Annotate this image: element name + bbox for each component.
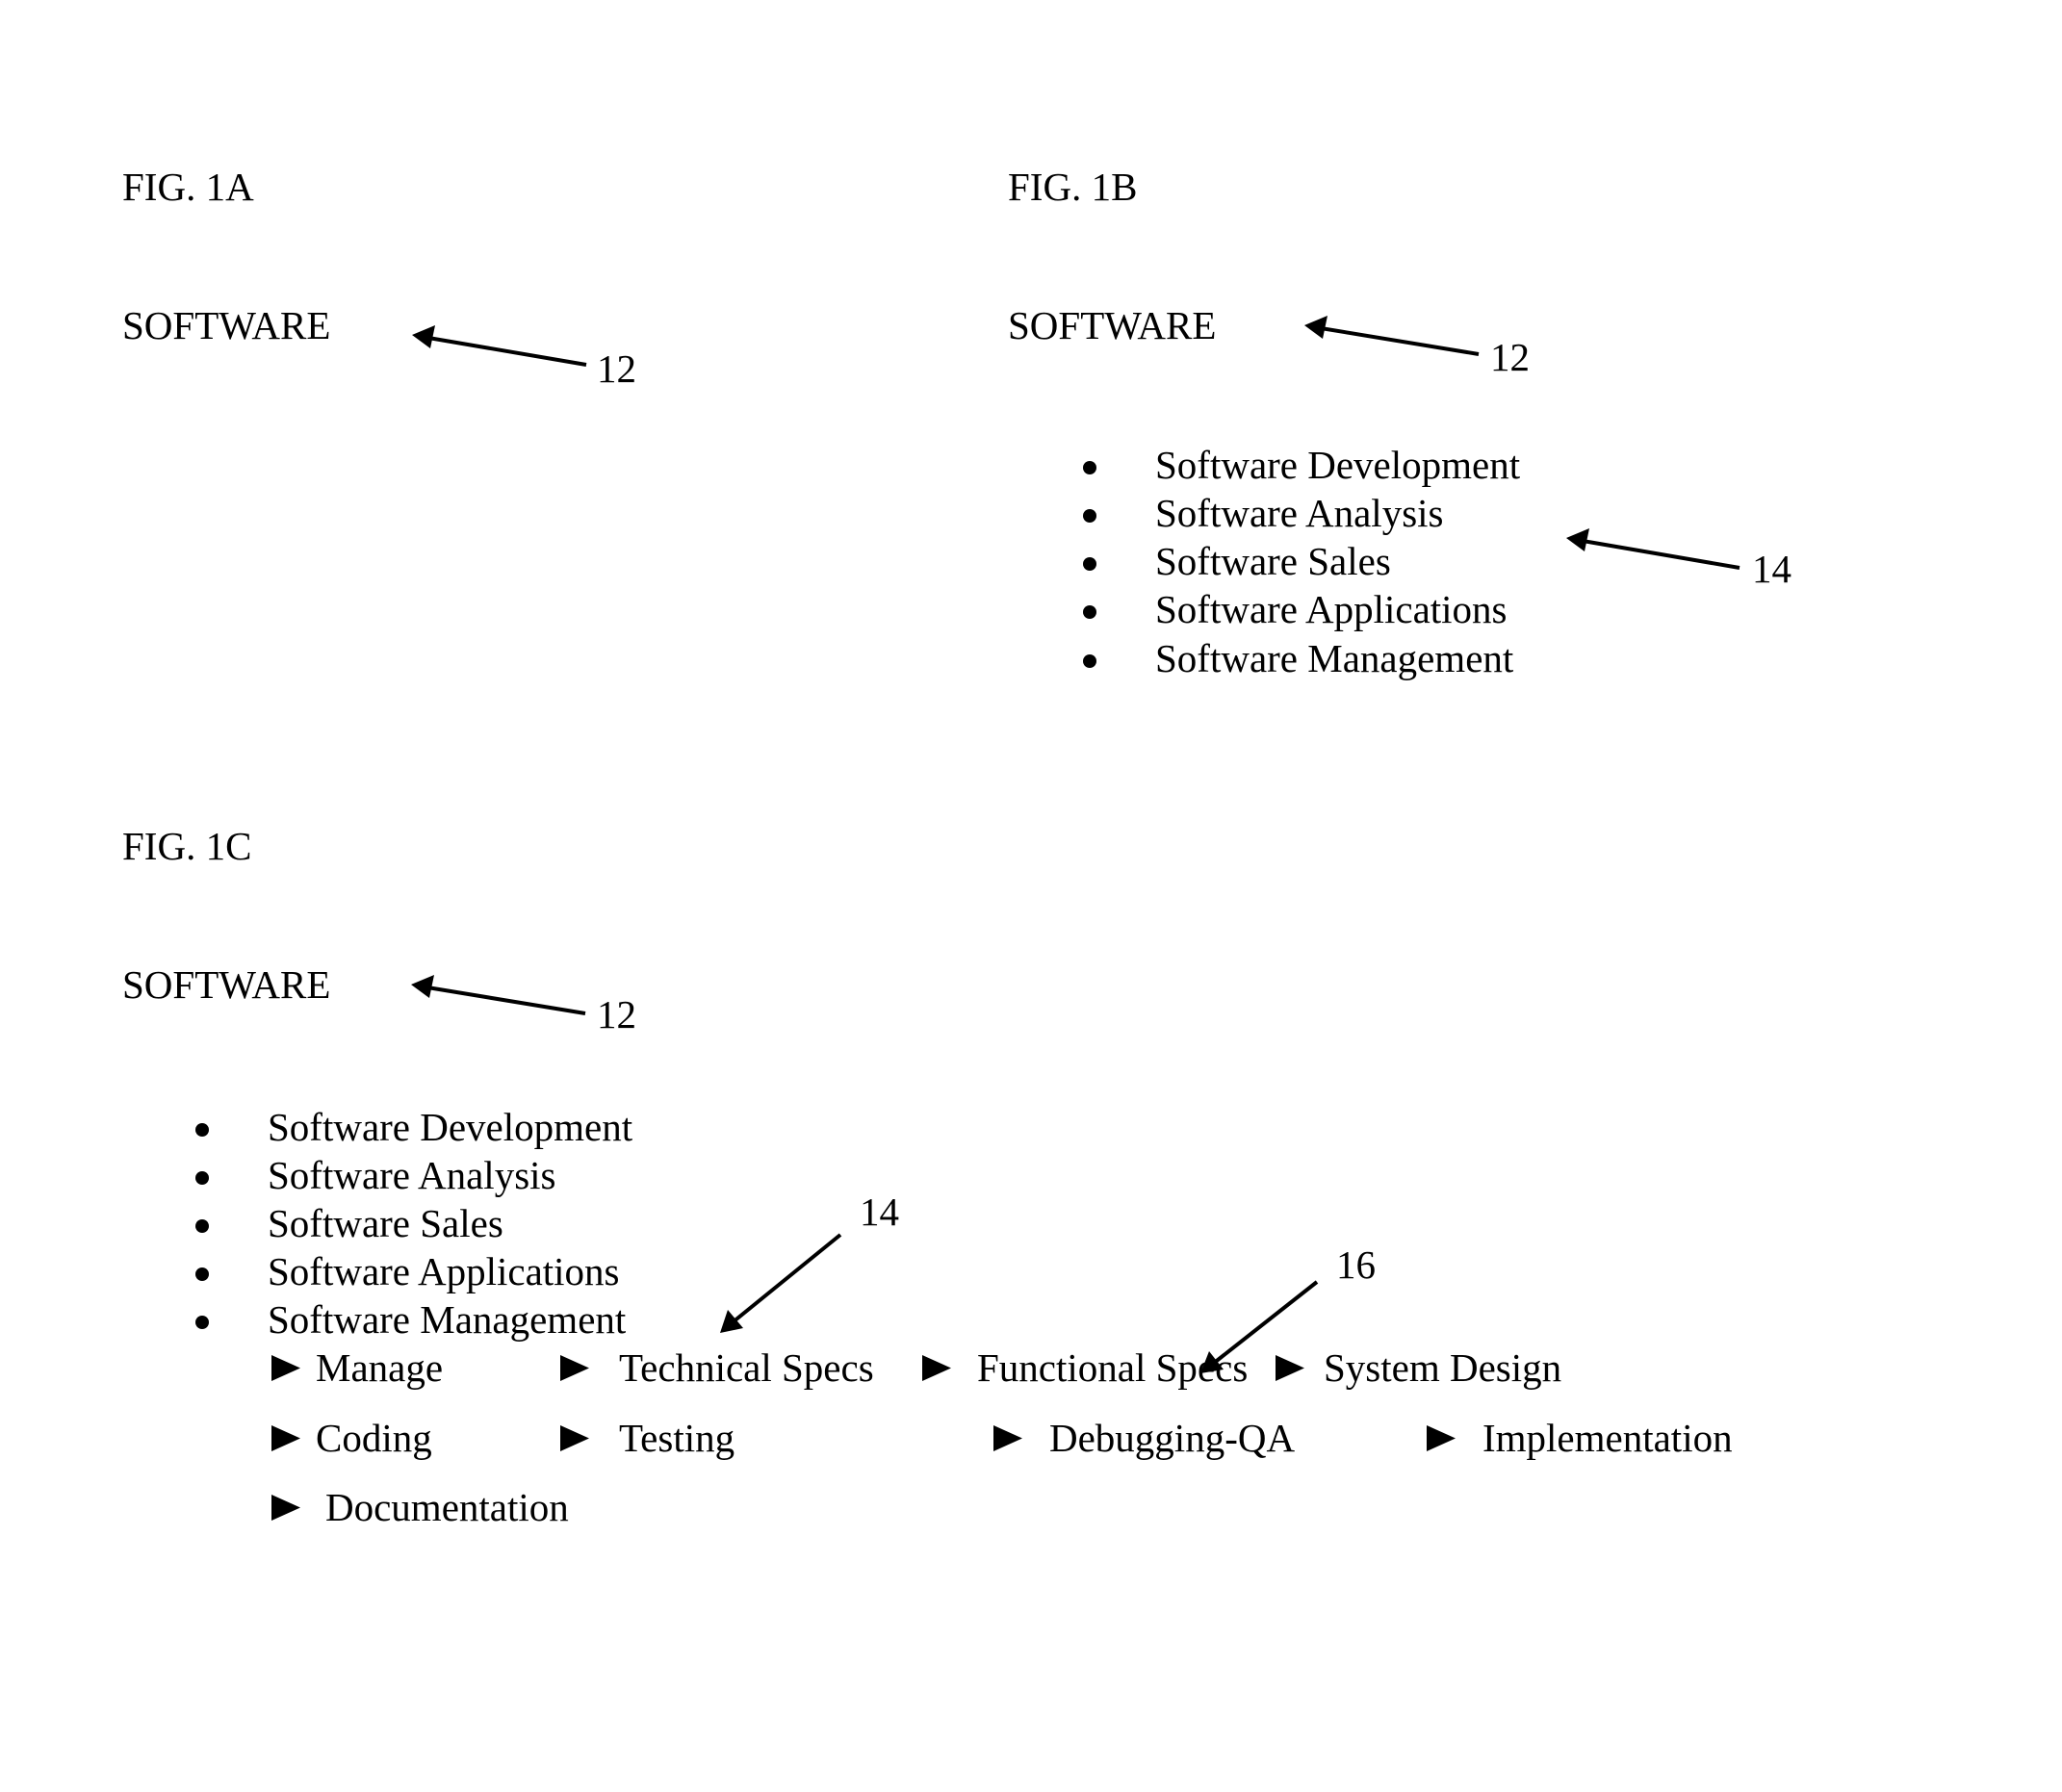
subcategory-label: Debugging-QA	[1049, 1416, 1295, 1460]
root-node-software: SOFTWARE	[122, 962, 330, 1007]
list-item-label: Software Development	[268, 1105, 633, 1149]
figure-label: FIG. 1A	[122, 165, 254, 209]
root-node-software: SOFTWARE	[122, 303, 330, 347]
subcategory-label: Coding	[316, 1416, 432, 1460]
subcategory-label: Manage	[316, 1345, 443, 1390]
list-item-label: Software Management	[268, 1297, 627, 1342]
list-item-label: Software Development	[1155, 443, 1521, 487]
subcategory-label: Testing	[619, 1416, 735, 1460]
subcategory-label: Technical Specs	[619, 1345, 874, 1390]
list-item-label: Software Management	[1155, 636, 1514, 680]
list-item-label: Software Applications	[1155, 587, 1508, 631]
list-item-label: Software Analysis	[1155, 491, 1444, 535]
list-item-label: Software Sales	[1155, 539, 1391, 583]
bullet-icon	[195, 1219, 209, 1233]
bullet-icon	[1083, 605, 1096, 619]
subcategory-label: Documentation	[325, 1485, 569, 1529]
list-item-label: Software Sales	[268, 1201, 503, 1245]
figure-label: FIG. 1C	[122, 824, 251, 868]
bullet-icon	[1083, 654, 1096, 668]
page-background	[0, 0, 2062, 1792]
list-item-label: Software Analysis	[268, 1153, 556, 1197]
bullet-icon	[1083, 509, 1096, 523]
bullet-icon	[195, 1171, 209, 1185]
figure-label: FIG. 1B	[1008, 165, 1137, 209]
root-node-software: SOFTWARE	[1008, 303, 1216, 347]
bullet-icon	[1083, 557, 1096, 571]
reference-numeral: 14	[1752, 547, 1791, 591]
subcategory-label: Implementation	[1482, 1416, 1733, 1460]
bullet-icon	[195, 1316, 209, 1329]
patent-drawing-sheet: FIG. 1A SOFTWARE 12 FIG. 1B SOFTWARE 12 …	[0, 0, 2062, 1792]
reference-numeral: 14	[860, 1190, 899, 1234]
bullet-icon	[1083, 461, 1096, 474]
reference-numeral: 16	[1336, 1242, 1376, 1287]
reference-numeral: 12	[597, 992, 636, 1037]
reference-numeral: 12	[597, 346, 636, 391]
reference-numeral: 12	[1490, 335, 1530, 379]
list-item-label: Software Applications	[268, 1249, 620, 1293]
subcategory-label: System Design	[1324, 1345, 1561, 1390]
bullet-icon	[195, 1267, 209, 1281]
bullet-icon	[195, 1123, 209, 1137]
